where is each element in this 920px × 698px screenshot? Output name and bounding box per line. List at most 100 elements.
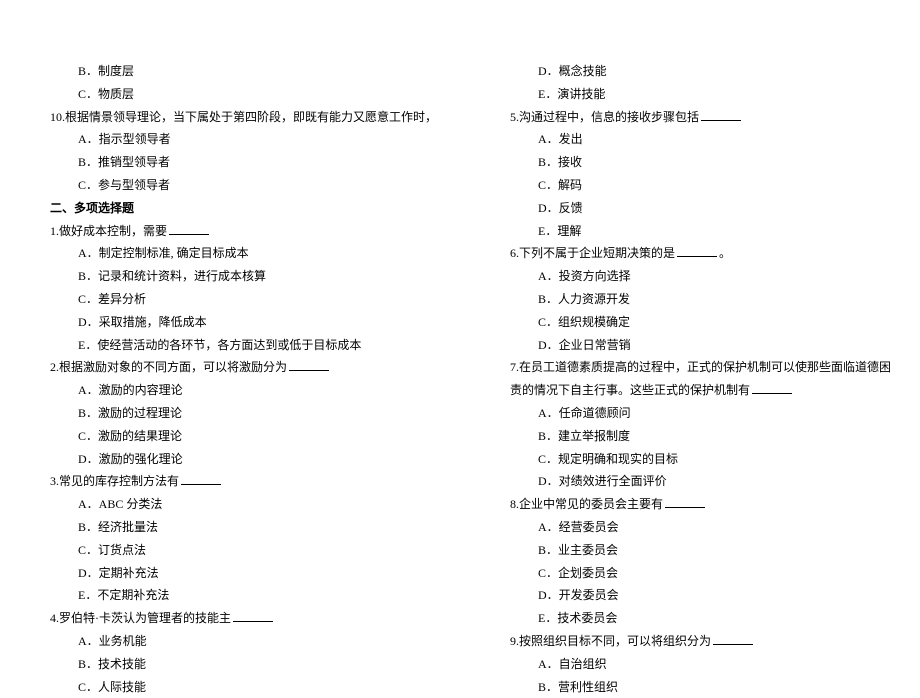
option-text: 组织规模确定 <box>558 315 630 329</box>
option-item: D．激励的强化理论 <box>50 448 430 471</box>
option-text: 发出 <box>559 132 583 146</box>
section-title: 二、多项选择题 <box>50 197 430 220</box>
option-item: D．定期补充法 <box>50 562 430 585</box>
option-text: 采取措施，降低成本 <box>99 315 207 329</box>
option-item: C．规定明确和现实的目标 <box>510 448 890 471</box>
option-item: C．参与型领导者 <box>50 174 430 197</box>
option-text: 制度层 <box>98 64 134 78</box>
stem-suffix: 。 <box>719 246 731 260</box>
question-stem: 7.在员工道德素质提高的过程中，正式的保护机制可以使那些面临道德困境的员工在不用… <box>510 356 890 379</box>
stem-text: 10.根据情景领导理论，当下属处于第四阶段，即既有能力又愿意工作时，领导者应采取 <box>50 110 430 124</box>
option-text: 经营委员会 <box>559 520 619 534</box>
option-item: C．物质层 <box>50 83 430 106</box>
option-item: B．营利性组织 <box>510 676 890 698</box>
option-text: 解码 <box>558 178 582 192</box>
question-stem: 9.按照组织目标不同，可以将组织分为 <box>510 630 890 653</box>
option-item: A．自治组织 <box>510 653 890 676</box>
fill-blank <box>233 610 273 622</box>
question-stem: 1.做好成本控制，需要 <box>50 220 430 243</box>
option-item: D．反馈 <box>510 197 890 220</box>
stem-text: 责的情况下自主行事。这些正式的保护机制有 <box>510 383 750 397</box>
option-text: 演讲技能 <box>557 87 605 101</box>
option-item: C．激励的结果理论 <box>50 425 430 448</box>
fill-blank <box>169 223 209 235</box>
option-item: A．业务机能 <box>50 630 430 653</box>
option-item: B．制度层 <box>50 60 430 83</box>
fill-blank <box>713 633 753 645</box>
option-text: 规定明确和现实的目标 <box>558 452 678 466</box>
option-item: A．制定控制标准, 确定目标成本 <box>50 242 430 265</box>
option-text: 任命道德顾问 <box>559 406 631 420</box>
question-stem: 4.罗伯特·卡茨认为管理者的技能主 <box>50 607 430 630</box>
question-stem: 2.根据激励对象的不同方面，可以将激励分为 <box>50 356 430 379</box>
option-text: 业主委员会 <box>558 543 618 557</box>
option-item: E．不定期补充法 <box>50 584 430 607</box>
option-text: 指示型领导者 <box>99 132 171 146</box>
option-text: 经济批量法 <box>98 520 158 534</box>
option-text: 对绩效进行全面评价 <box>559 474 667 488</box>
option-text: 企业日常营销 <box>559 338 631 352</box>
fill-blank <box>752 382 792 394</box>
option-text: 定期补充法 <box>99 566 159 580</box>
option-item: D．概念技能 <box>510 60 890 83</box>
question-stem: 5.沟通过程中，信息的接收步骤包括 <box>510 106 890 129</box>
option-text: 差异分析 <box>98 292 146 306</box>
option-text: 企划委员会 <box>558 566 618 580</box>
option-text: 投资方向选择 <box>559 269 631 283</box>
question-stem: 8.企业中常见的委员会主要有 <box>510 493 890 516</box>
option-text: ABC 分类法 <box>99 497 163 511</box>
option-item: D．开发委员会 <box>510 584 890 607</box>
option-text: 使经营活动的各环节，各方面达到或低于目标成本 <box>97 338 361 352</box>
option-text: 业务机能 <box>99 634 147 648</box>
option-text: 自治组织 <box>559 657 607 671</box>
option-item: E．使经营活动的各环节，各方面达到或低于目标成本 <box>50 334 430 357</box>
option-text: 不定期补充法 <box>97 588 169 602</box>
stem-text: 4.罗伯特·卡茨认为管理者的技能主 <box>50 611 231 625</box>
option-item: B．业主委员会 <box>510 539 890 562</box>
stem-text: 9.按照组织目标不同，可以将组织分为 <box>510 634 711 648</box>
option-item: B．经济批量法 <box>50 516 430 539</box>
option-text: 人际技能 <box>98 680 146 694</box>
option-text: 激励的结果理论 <box>98 429 182 443</box>
option-text: 反馈 <box>559 201 583 215</box>
right-column: D．概念技能 E．演讲技能 5.沟通过程中，信息的接收步骤包括 A．发出 B．接… <box>460 0 920 651</box>
option-item: A．发出 <box>510 128 890 151</box>
option-text: 建立举报制度 <box>558 429 630 443</box>
option-item: E．技术委员会 <box>510 607 890 630</box>
option-text: 开发委员会 <box>559 588 619 602</box>
option-text: 物质层 <box>98 87 134 101</box>
document-page: B．制度层 C．物质层 10.根据情景领导理论，当下属处于第四阶段，即既有能力又… <box>0 0 920 651</box>
option-item: A．激励的内容理论 <box>50 379 430 402</box>
stem-text: 5.沟通过程中，信息的接收步骤包括 <box>510 110 699 124</box>
option-text: 激励的过程理论 <box>98 406 182 420</box>
option-item: B．建立举报制度 <box>510 425 890 448</box>
fill-blank <box>665 496 705 508</box>
option-item: B．接收 <box>510 151 890 174</box>
option-item: E．演讲技能 <box>510 83 890 106</box>
option-item: C．企划委员会 <box>510 562 890 585</box>
option-text: 推销型领导者 <box>98 155 170 169</box>
option-item: A．任命道德顾问 <box>510 402 890 425</box>
stem-text: 2.根据激励对象的不同方面，可以将激励分为 <box>50 360 287 374</box>
stem-text: 6.下列不属于企业短期决策的是 <box>510 246 675 260</box>
option-item: A．指示型领导者 <box>50 128 430 151</box>
option-text: 技术技能 <box>98 657 146 671</box>
question-stem: 6.下列不属于企业短期决策的是 。 <box>510 242 890 265</box>
option-item: B．推销型领导者 <box>50 151 430 174</box>
option-item: B．人力资源开发 <box>510 288 890 311</box>
option-text: 参与型领导者 <box>98 178 170 192</box>
stem-text: 3.常见的库存控制方法有 <box>50 474 179 488</box>
option-item: D．采取措施，降低成本 <box>50 311 430 334</box>
option-item: D．企业日常营销 <box>510 334 890 357</box>
option-item: E．理解 <box>510 220 890 243</box>
option-text: 人力资源开发 <box>558 292 630 306</box>
option-item: B．技术技能 <box>50 653 430 676</box>
fill-blank <box>701 109 741 121</box>
question-stem: 10.根据情景领导理论，当下属处于第四阶段，即既有能力又愿意工作时，领导者应采取 <box>50 106 430 129</box>
option-text: 营利性组织 <box>558 680 618 694</box>
option-text: 订货点法 <box>98 543 146 557</box>
question-stem-cont: 责的情况下自主行事。这些正式的保护机制有 <box>510 379 890 402</box>
option-text: 概念技能 <box>559 64 607 78</box>
fill-blank <box>289 359 329 371</box>
option-item: C．解码 <box>510 174 890 197</box>
